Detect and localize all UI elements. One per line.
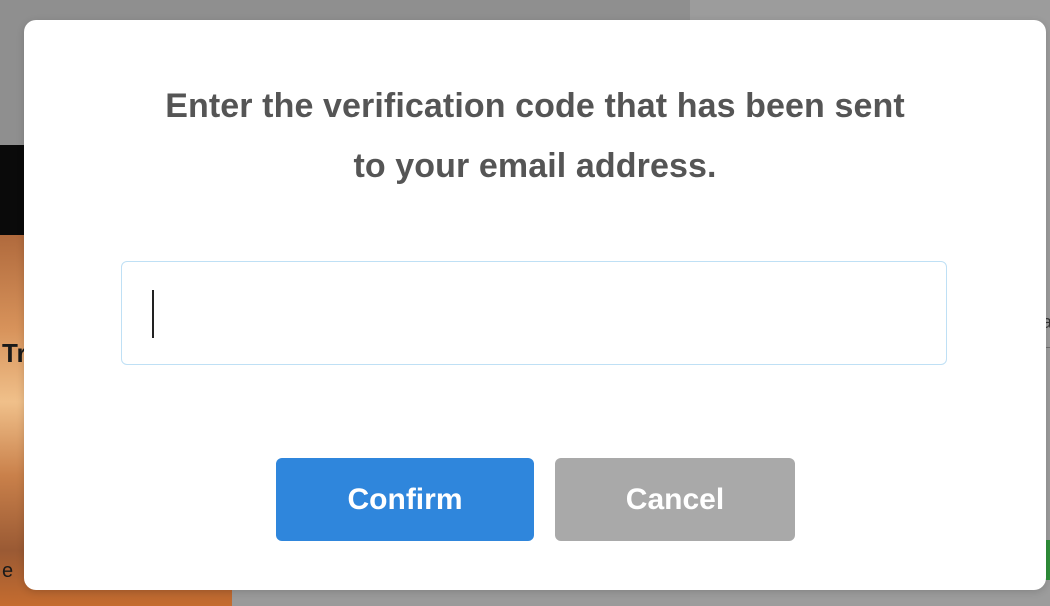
dialog-title-line-1: Enter the verification code that has bee…	[165, 87, 905, 125]
text-caret	[152, 290, 154, 338]
background-photo-caption: e	[2, 560, 14, 582]
verification-dialog: Enter the verification code that has bee…	[24, 20, 1046, 590]
cancel-button[interactable]: Cancel	[555, 458, 795, 541]
screen: Tr e a Enter the verification code that …	[0, 0, 1050, 606]
dialog-title: Enter the verification code that has bee…	[84, 76, 986, 196]
confirm-button[interactable]: Confirm	[276, 458, 534, 541]
dialog-title-line-2: to your email address.	[353, 147, 717, 185]
verification-code-input[interactable]	[121, 261, 947, 365]
background-photo-heading: Tr	[2, 338, 27, 368]
background-middle-panel	[232, 590, 690, 606]
